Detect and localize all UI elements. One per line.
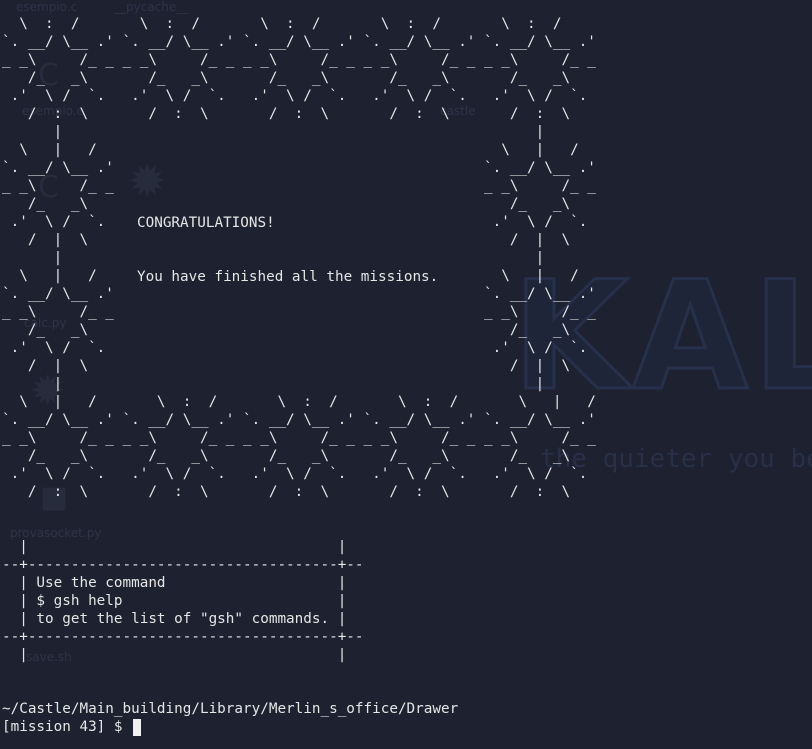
- terminal-window[interactable]: \ : / \ : / \ : / \ : / \ : / `. __/ \__…: [0, 0, 812, 749]
- text-cursor: [133, 718, 142, 736]
- ascii-art-frame: \ : / \ : / \ : / \ : / \ : / `. __/ \__…: [2, 16, 596, 500]
- prompt-text: [mission 43] $: [2, 719, 132, 735]
- help-box: | | --+---------------------------------…: [2, 539, 364, 663]
- missions-finished-message: You have finished all the missions.: [137, 269, 439, 285]
- current-directory: ~/Castle/Main_building/Library/Merlin_s_…: [2, 701, 459, 717]
- command-prompt-line[interactable]: [mission 43] $: [2, 718, 142, 736]
- congratulations-title: CONGRATULATIONS!: [137, 215, 275, 231]
